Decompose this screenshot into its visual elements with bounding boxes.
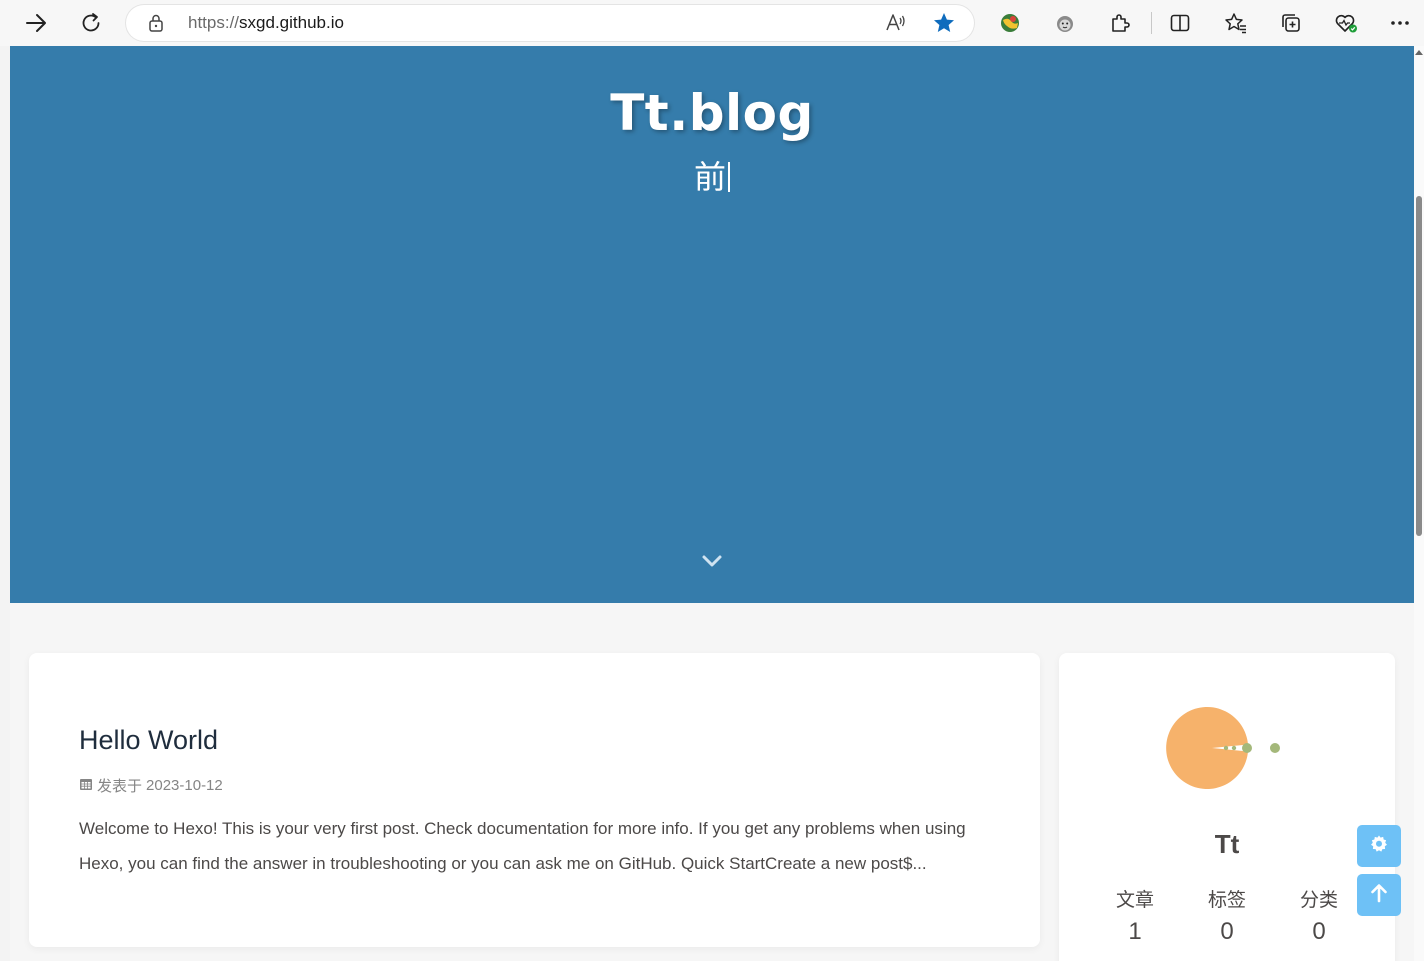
read-aloud-icon[interactable] — [884, 12, 908, 39]
post-meta-label: 发表于 — [97, 778, 143, 795]
stat-value: 0 — [1312, 918, 1326, 945]
author-card: Tt 文章 1 标签 0 分类 0 — [1059, 653, 1395, 961]
browser-toolbar: https://sxgd.github.io — [0, 0, 1424, 46]
author-name: Tt — [1214, 829, 1240, 859]
url-host: sxgd.github.io — [239, 13, 344, 32]
browser-essentials-icon[interactable] — [1330, 7, 1362, 39]
avatar[interactable] — [1163, 705, 1287, 791]
gear-icon — [1369, 834, 1389, 859]
page-content: Tt.blog 前 Hello World 发表于 2023-10-12 Wel… — [10, 46, 1414, 961]
typing-subtitle-text: 前 — [693, 158, 726, 196]
site-stats: 文章 1 标签 0 分类 0 — [1089, 885, 1365, 946]
stat-value: 0 — [1220, 918, 1234, 945]
stat-tags[interactable]: 标签 0 — [1181, 885, 1273, 946]
main-area: Hello World 发表于 2023-10-12 Welcome to He… — [10, 603, 1414, 961]
chevron-down-icon[interactable] — [700, 552, 724, 570]
page-scrollbar[interactable] — [1414, 46, 1424, 961]
extension-monkey-icon[interactable] — [1049, 7, 1081, 39]
back-to-top-button[interactable] — [1357, 874, 1401, 916]
url-protocol: https:// — [188, 13, 240, 32]
stat-label: 标签 — [1207, 889, 1246, 911]
stat-label: 分类 — [1299, 889, 1338, 911]
typing-cursor — [728, 162, 730, 192]
post-date: 2023-10-12 — [146, 777, 223, 794]
site-title[interactable]: Tt.blog — [10, 84, 1414, 142]
more-icon[interactable] — [1384, 7, 1416, 39]
settings-button[interactable] — [1357, 825, 1401, 867]
stat-value: 1 — [1128, 918, 1142, 945]
stat-categories[interactable]: 分类 0 — [1273, 885, 1365, 946]
hero-banner: Tt.blog 前 — [10, 46, 1414, 603]
stat-label: 文章 — [1115, 889, 1154, 911]
extension-globe-icon[interactable] — [994, 7, 1026, 39]
collections-icon[interactable] — [1275, 7, 1307, 39]
arrow-up-icon — [1370, 883, 1388, 908]
favorites-icon[interactable] — [1220, 7, 1252, 39]
split-screen-icon[interactable] — [1164, 7, 1196, 39]
post-meta: 发表于 2023-10-12 — [79, 775, 223, 796]
calendar-icon — [79, 777, 93, 795]
address-bar[interactable]: https://sxgd.github.io — [126, 5, 974, 41]
extensions-icon[interactable] — [1104, 7, 1136, 39]
site-subtitle: 前 — [10, 152, 1414, 198]
refresh-icon[interactable] — [75, 7, 107, 39]
url-text[interactable]: https://sxgd.github.io — [188, 13, 344, 33]
post-title[interactable]: Hello World — [79, 725, 218, 756]
post-excerpt: Welcome to Hexo! This is your very first… — [79, 819, 966, 873]
back-icon[interactable] — [20, 7, 52, 39]
favorite-star-icon[interactable] — [932, 11, 956, 40]
scroll-up-arrow-icon[interactable] — [1415, 50, 1423, 55]
toolbar-divider — [1151, 12, 1152, 34]
lock-icon[interactable] — [148, 14, 164, 37]
post-card[interactable]: Hello World 发表于 2023-10-12 Welcome to He… — [29, 653, 1040, 947]
scrollbar-thumb[interactable] — [1416, 196, 1422, 536]
stat-articles[interactable]: 文章 1 — [1089, 885, 1181, 946]
